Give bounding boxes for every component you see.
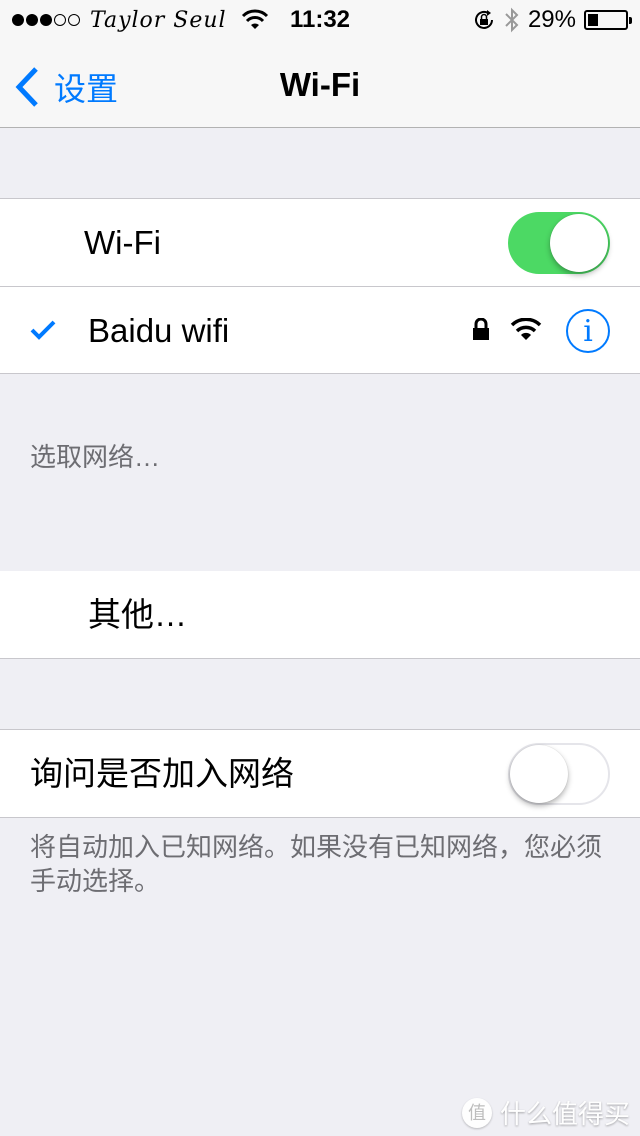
navigation-bar: 设置 Wi-Fi bbox=[0, 40, 640, 128]
battery-level bbox=[588, 14, 599, 26]
ask-join-row: 询问是否加入网络 bbox=[0, 730, 640, 817]
lock-icon bbox=[473, 318, 489, 340]
wifi-label: Wi-Fi bbox=[84, 224, 161, 261]
other-network-group: 其他… bbox=[0, 571, 640, 659]
watermark-logo-icon: 值 bbox=[461, 1097, 492, 1128]
watermark-text: 什么值得买 bbox=[499, 1099, 630, 1129]
bluetooth-icon bbox=[505, 7, 519, 33]
wifi-signal-icon bbox=[510, 318, 542, 340]
ask-join-toggle[interactable] bbox=[508, 743, 610, 805]
network-name: Baidu wifi bbox=[88, 312, 230, 349]
battery-icon bbox=[584, 10, 632, 30]
ask-join-label: 询问是否加入网络 bbox=[30, 755, 294, 792]
status-bar: Taylor Seul 11:32 29% bbox=[0, 0, 640, 40]
status-bar-right: 29% bbox=[472, 6, 632, 34]
page-title: Wi-Fi bbox=[279, 66, 361, 103]
rotation-lock-icon bbox=[474, 10, 493, 29]
wifi-toggle[interactable] bbox=[508, 212, 610, 274]
choose-network-header: 选取网络… bbox=[30, 442, 161, 472]
network-row-baidu-wifi[interactable]: Baidu wifi i bbox=[0, 286, 640, 373]
checkmark-icon bbox=[30, 320, 56, 340]
info-button[interactable]: i bbox=[566, 309, 610, 353]
toggle-knob bbox=[510, 745, 568, 803]
watermark: 值 什么值得买 bbox=[461, 1094, 630, 1131]
toggle-knob bbox=[550, 214, 608, 272]
wifi-group: Wi-Fi Baidu wifi i bbox=[0, 198, 640, 374]
battery-percent: 29% bbox=[527, 6, 576, 33]
ask-join-footer: 将自动加入已知网络。如果没有已知网络，您必须手动选择。 bbox=[30, 832, 603, 896]
other-network-row[interactable]: 其他… bbox=[0, 571, 640, 658]
other-network-label: 其他… bbox=[88, 596, 187, 633]
ask-join-group: 询问是否加入网络 bbox=[0, 729, 640, 818]
wifi-toggle-row: Wi-Fi bbox=[0, 199, 640, 286]
